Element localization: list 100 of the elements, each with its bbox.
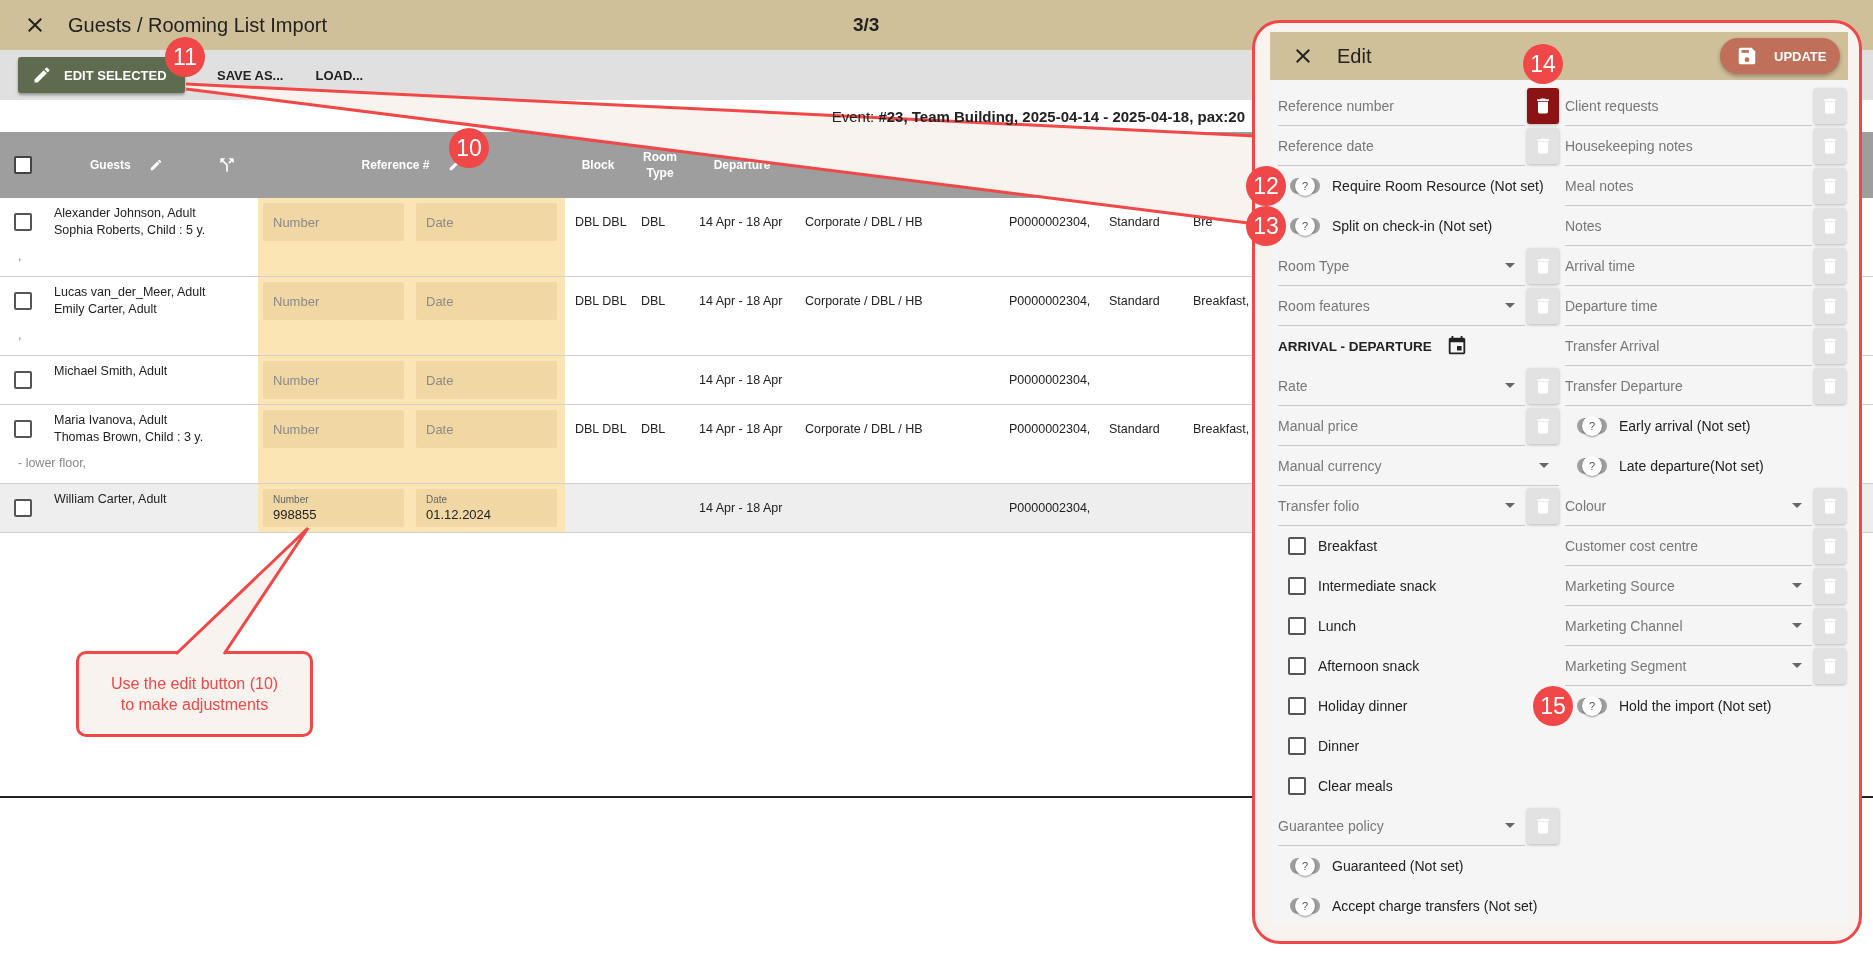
step-badge: 13: [1246, 206, 1286, 246]
delete-button[interactable]: [1814, 88, 1846, 124]
column-header: Block: [581, 157, 615, 173]
checkbox[interactable]: [14, 371, 32, 389]
input-field[interactable]: Arrival time: [1565, 246, 1812, 286]
block-cell: DBL DBL: [575, 215, 627, 229]
number-input[interactable]: Number: [263, 282, 404, 320]
delete-button[interactable]: [1814, 288, 1846, 324]
dropdown-field[interactable]: Guarantee policy: [1278, 806, 1525, 846]
room-type-cell: DBL: [641, 215, 666, 229]
date-input[interactable]: Date: [416, 361, 557, 399]
delete-button[interactable]: [1527, 488, 1559, 524]
delete-button[interactable]: [1814, 368, 1846, 404]
toggle-switch[interactable]: ?: [1290, 858, 1320, 874]
dropdown-field[interactable]: Marketing Source: [1565, 566, 1812, 606]
delete-button[interactable]: [1527, 248, 1559, 284]
input-field[interactable]: Manual price: [1278, 406, 1525, 446]
save-icon: [1736, 45, 1758, 67]
date-input[interactable]: Date: [416, 282, 557, 320]
delete-button[interactable]: [1814, 168, 1846, 204]
date-input[interactable]: Date: [416, 203, 557, 241]
guest-name: Lucas van_der_Meer, Adult: [54, 284, 207, 301]
guest-note: - lower floor,: [18, 456, 87, 470]
step-badge: 10: [449, 128, 489, 168]
dropdown-field[interactable]: Room features: [1278, 286, 1525, 326]
delete-button[interactable]: [1814, 568, 1846, 604]
toggle-label: Require Room Resource (Not set): [1332, 178, 1544, 194]
checkbox[interactable]: [1288, 777, 1306, 795]
guest-name: Sophia Roberts, Child : 5 y.: [54, 222, 207, 239]
dropdown-field[interactable]: Room Type: [1278, 246, 1525, 286]
number-input[interactable]: Number: [263, 410, 404, 448]
number-input[interactable]: Number: [263, 203, 404, 241]
number-input[interactable]: Number: [263, 361, 404, 399]
input-field[interactable]: Reference number: [1278, 86, 1525, 126]
dropdown-arrow-icon: [1505, 383, 1515, 388]
date-input[interactable]: Date: [416, 410, 557, 448]
delete-button[interactable]: [1814, 608, 1846, 644]
field-label: Date: [426, 494, 448, 505]
dropdown-field[interactable]: Colour: [1565, 486, 1812, 526]
checkbox[interactable]: [1288, 537, 1306, 555]
dropdown-field[interactable]: Manual currency: [1278, 446, 1559, 486]
rate-cell: Corporate / DBL / HB: [805, 422, 923, 436]
toggle-switch[interactable]: ?: [1577, 418, 1607, 434]
dropdown-field[interactable]: Transfer folio: [1278, 486, 1525, 526]
toggle-switch[interactable]: ?: [1577, 458, 1607, 474]
step-badge: 12: [1246, 166, 1286, 206]
checkbox[interactable]: [14, 213, 32, 231]
pencil-icon: [32, 65, 52, 85]
delete-button[interactable]: [1814, 488, 1846, 524]
guest-note: ,: [18, 328, 22, 342]
split-icon[interactable]: [217, 155, 237, 175]
checkbox[interactable]: [1288, 617, 1306, 635]
rate-cell: Corporate / DBL / HB: [805, 294, 923, 308]
update-button[interactable]: UPDATE: [1720, 38, 1840, 74]
checkbox[interactable]: [1288, 657, 1306, 675]
input-field[interactable]: Client requests: [1565, 86, 1812, 126]
dropdown-field[interactable]: Rate: [1278, 366, 1525, 406]
dropdown-arrow-icon: [1505, 263, 1515, 268]
checkbox[interactable]: [14, 420, 32, 438]
input-field[interactable]: Reference date: [1278, 126, 1525, 166]
input-field[interactable]: Customer cost centre: [1565, 526, 1812, 566]
input-field[interactable]: Meal notes: [1565, 166, 1812, 206]
checkbox[interactable]: [14, 499, 32, 517]
delete-button[interactable]: [1814, 648, 1846, 684]
dropdown-arrow-icon: [1792, 623, 1802, 628]
input-field[interactable]: Notes: [1565, 206, 1812, 246]
block-cell: DBL DBL: [575, 294, 627, 308]
toggle-label: Split on check-in (Not set): [1332, 218, 1493, 234]
delete-button[interactable]: [1527, 128, 1559, 164]
delete-button[interactable]: [1814, 248, 1846, 284]
delete-button[interactable]: [1527, 408, 1559, 444]
checkbox[interactable]: [1288, 737, 1306, 755]
toolbar-button[interactable]: LOAD...: [299, 57, 380, 93]
dropdown-arrow-icon: [1792, 663, 1802, 668]
dropdown-field[interactable]: Marketing Channel: [1565, 606, 1812, 646]
guest-name: Alexander Johnson, Adult: [54, 205, 197, 222]
input-field[interactable]: Departure time: [1565, 286, 1812, 326]
delete-button[interactable]: [1527, 368, 1559, 404]
toggle-switch[interactable]: ?: [1290, 898, 1320, 914]
dropdown-field[interactable]: Marketing Segment: [1565, 646, 1812, 686]
dropdown-arrow-icon: [1539, 463, 1549, 468]
guest-name: Maria Ivanova, Adult: [54, 412, 169, 429]
delete-button[interactable]: [1527, 288, 1559, 324]
column-header: Room Type: [642, 149, 678, 181]
checkbox[interactable]: [14, 292, 32, 310]
field-label: Number: [273, 494, 309, 505]
guest-name: Emily Carter, Adult: [54, 301, 158, 318]
delete-button[interactable]: [1814, 208, 1846, 244]
delete-button[interactable]: [1527, 808, 1559, 844]
input-field[interactable]: Transfer Departure: [1565, 366, 1812, 406]
delete-button[interactable]: [1814, 328, 1846, 364]
delete-button[interactable]: [1814, 128, 1846, 164]
checkbox[interactable]: [1288, 577, 1306, 595]
input-field[interactable]: Transfer Arrival: [1565, 326, 1812, 366]
checkbox[interactable]: [1288, 697, 1306, 715]
dates-cell: 14 Apr - 18 Apr: [699, 422, 783, 436]
pencil-icon[interactable]: [148, 158, 163, 172]
input-field[interactable]: Housekeeping notes: [1565, 126, 1812, 166]
checkbox[interactable]: [14, 156, 32, 174]
delete-button[interactable]: [1814, 528, 1846, 564]
